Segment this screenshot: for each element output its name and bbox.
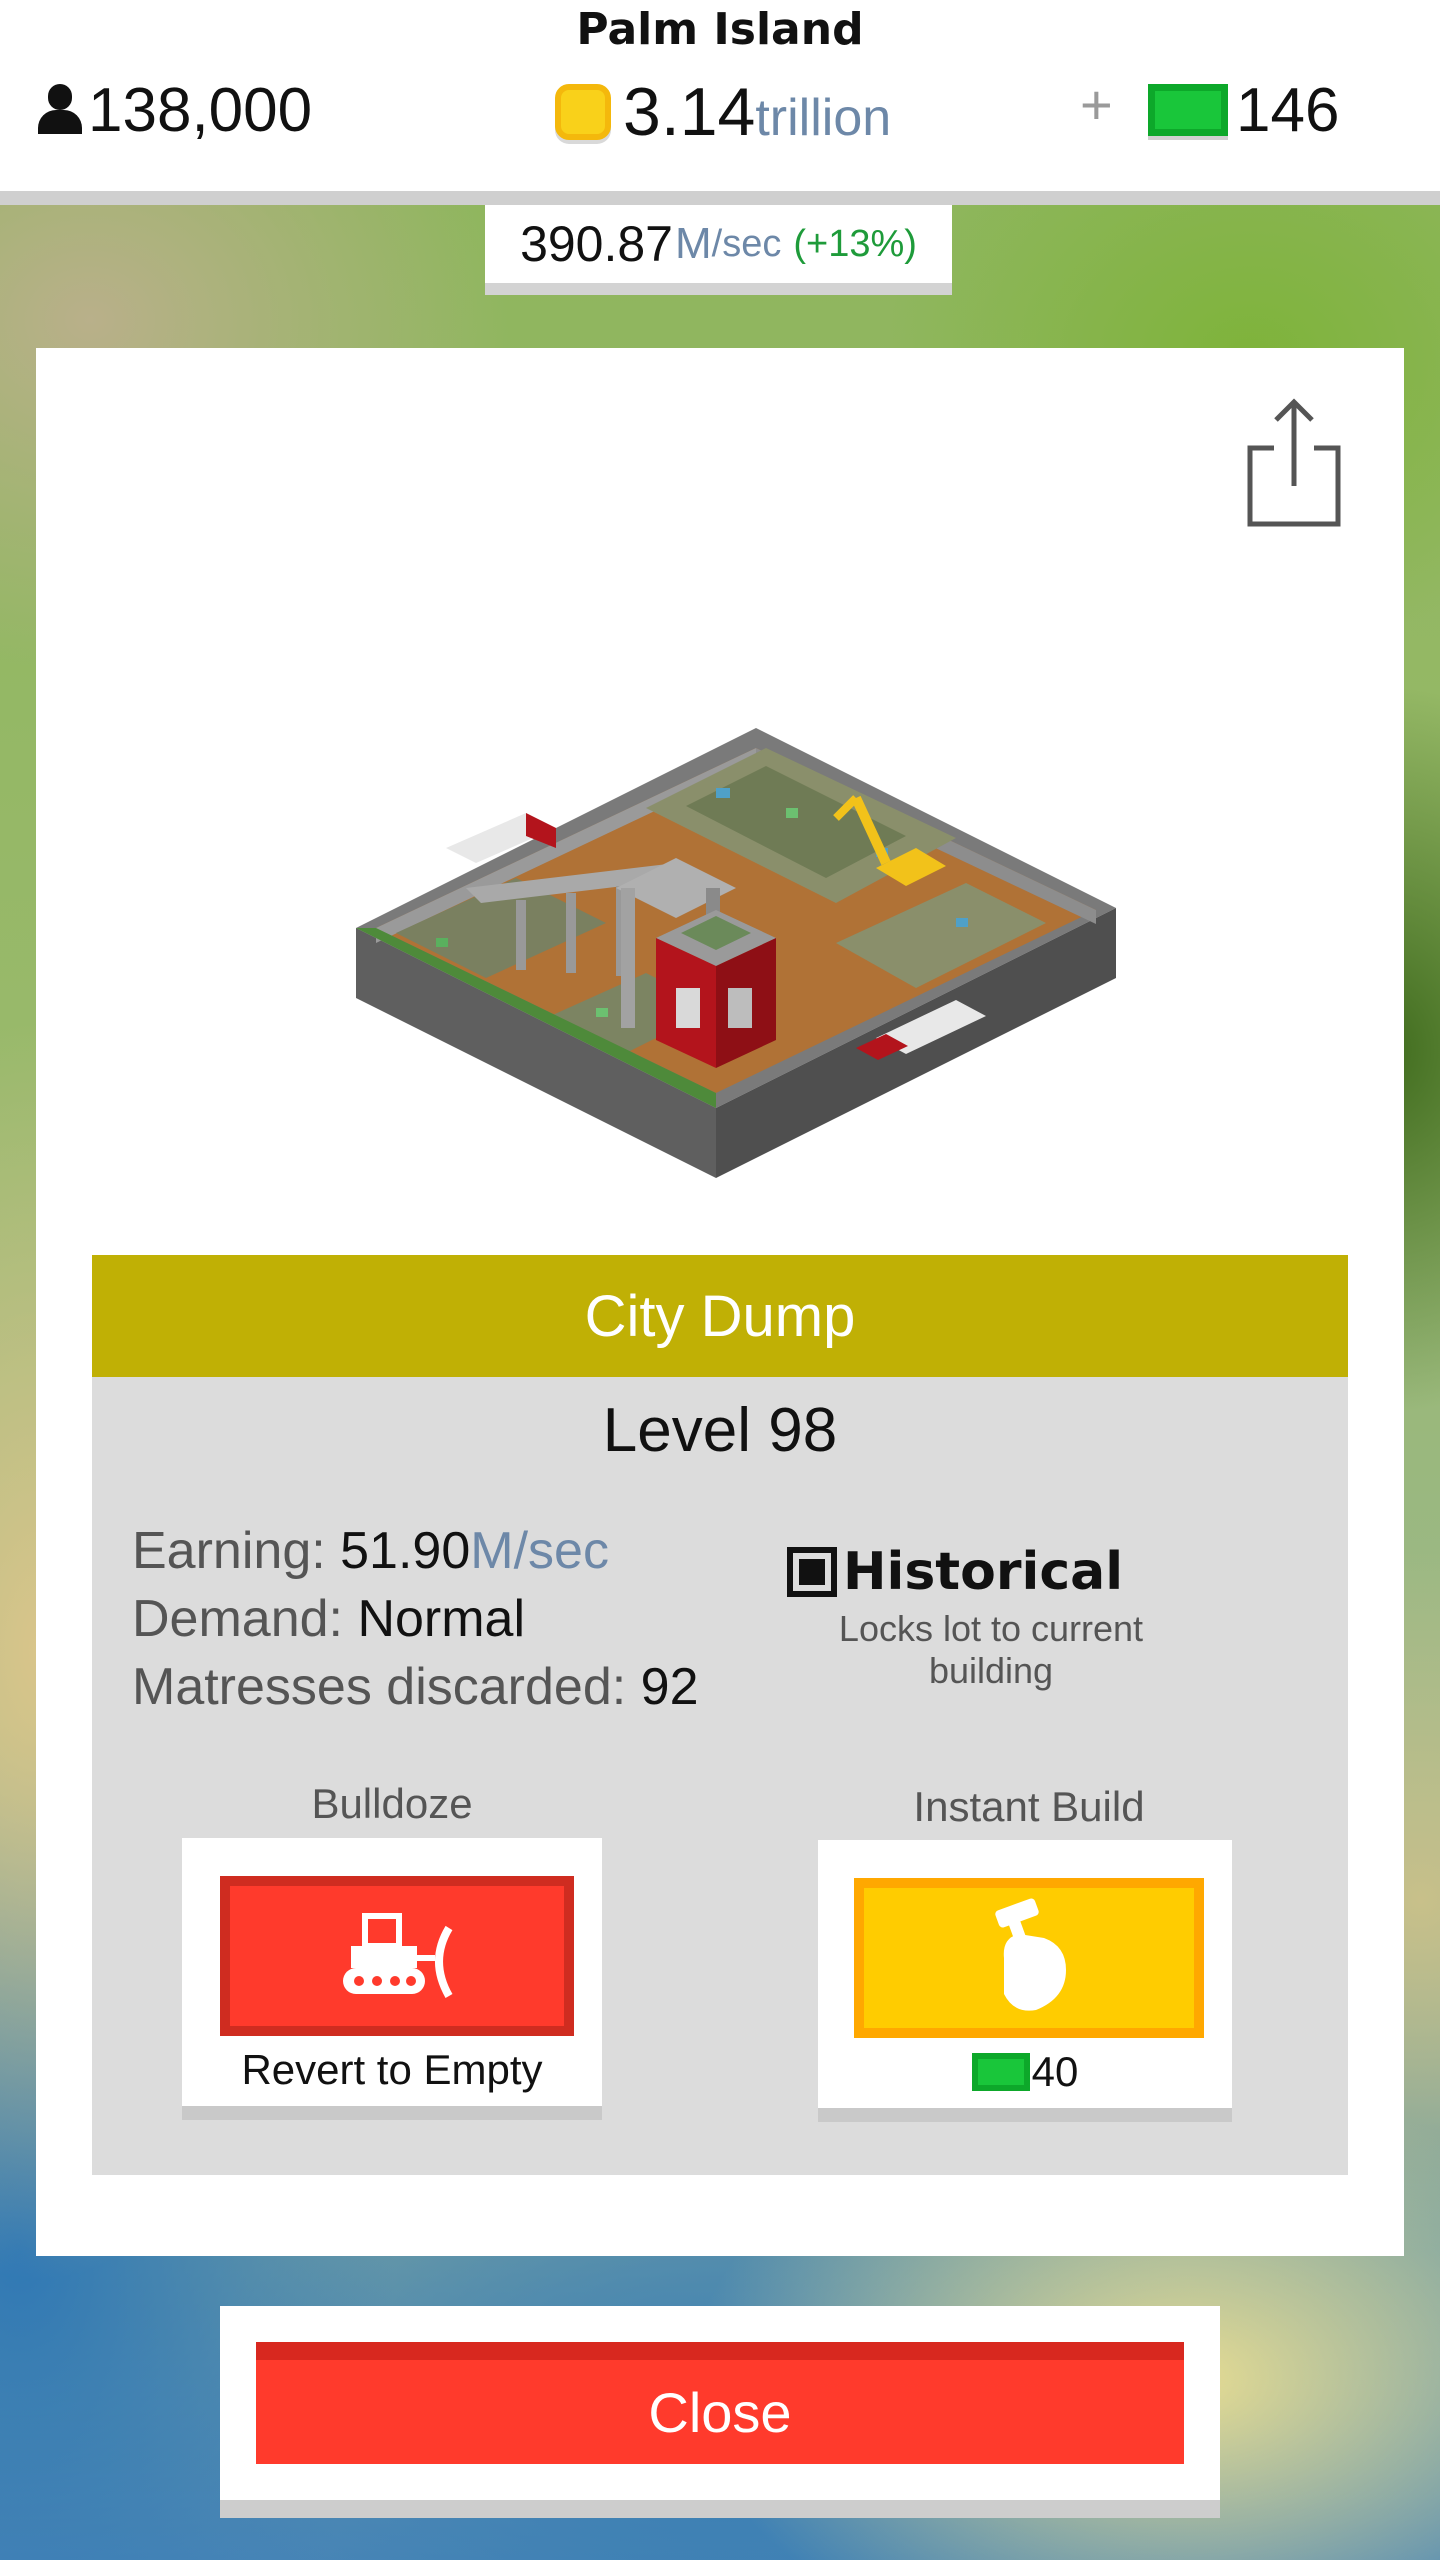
cash-icon [1148,84,1228,136]
building-level: Level 98 [602,1396,838,1465]
bux-display[interactable]: 146 [1148,70,1339,150]
historical-toggle[interactable]: Historical Locks lot to current building [787,1542,1247,1692]
income-rate-tab: 390.87 M /sec (+13%) [485,205,952,295]
bulldoze-button[interactable] [220,1876,574,2036]
person-icon [38,84,82,136]
instant-build-cost: 40 [818,2048,1232,2096]
instant-build-button[interactable] [854,1878,1204,2038]
rate-percent: (+13%) [793,222,917,265]
demand-label: Demand: [132,1590,358,1648]
instant-build-cost-value: 40 [1031,2048,1079,2095]
cash-icon [971,2053,1030,2091]
island-name: Palm Island [576,4,864,55]
rate-per: /sec [711,222,782,265]
building-name: City Dump [92,1255,1348,1377]
instant-build-label: Instant Build [913,1783,1145,1830]
close-button-wrap: Close [220,2306,1220,2518]
demand-row: Demand: Normal [132,1585,699,1653]
historical-label: Historical [843,1542,1124,1602]
revert-to-empty-label[interactable]: Revert to Empty [182,2046,602,2094]
bulldoze-label: Bulldoze [311,1780,473,1827]
special-stat-value: 92 [640,1658,699,1716]
historical-description: Locks lot to current building [838,1608,1144,1691]
bulldoze-card: Revert to Empty [182,1838,602,2120]
building-info-dialog: City Dump Level 98 Earning: 51.90M/sec D… [36,348,1404,2256]
close-button[interactable]: Close [256,2342,1184,2464]
instant-build-card: 40 [818,1840,1232,2122]
coins-value: 3.14 [623,74,756,150]
coin-icon [555,84,611,140]
earning-value: 51.90 [340,1522,471,1580]
checkbox-icon[interactable] [787,1547,837,1597]
earning-unit: M/sec [470,1522,609,1580]
building-stats: Earning: 51.90M/sec Demand: Normal Matre… [132,1517,699,1721]
earning-label: Earning: [132,1522,341,1580]
population-value: 138,000 [88,75,313,145]
rate-value: 390.87 [520,216,673,272]
special-stat-label: Matresses discarded: [132,1658,641,1716]
hammer-hand-icon [995,1898,1066,2011]
bulldozer-icon [343,1913,453,1998]
earning-row: Earning: 51.90M/sec [132,1517,699,1585]
population-display: 138,000 [38,70,312,150]
coins-display: 3.14 trillion [555,70,891,154]
coins-unit: trillion [755,89,892,147]
building-image [356,728,1116,1178]
rate-unit: M [675,219,712,268]
top-hud: Palm Island 138,000 3.14 trillion + 146 [0,0,1440,205]
share-icon[interactable] [1244,398,1344,528]
demand-value: Normal [357,1590,526,1648]
special-stat-row: Matresses discarded: 92 [132,1653,699,1721]
buy-bux-button[interactable]: + [1080,72,1113,137]
bux-value: 146 [1236,75,1340,145]
